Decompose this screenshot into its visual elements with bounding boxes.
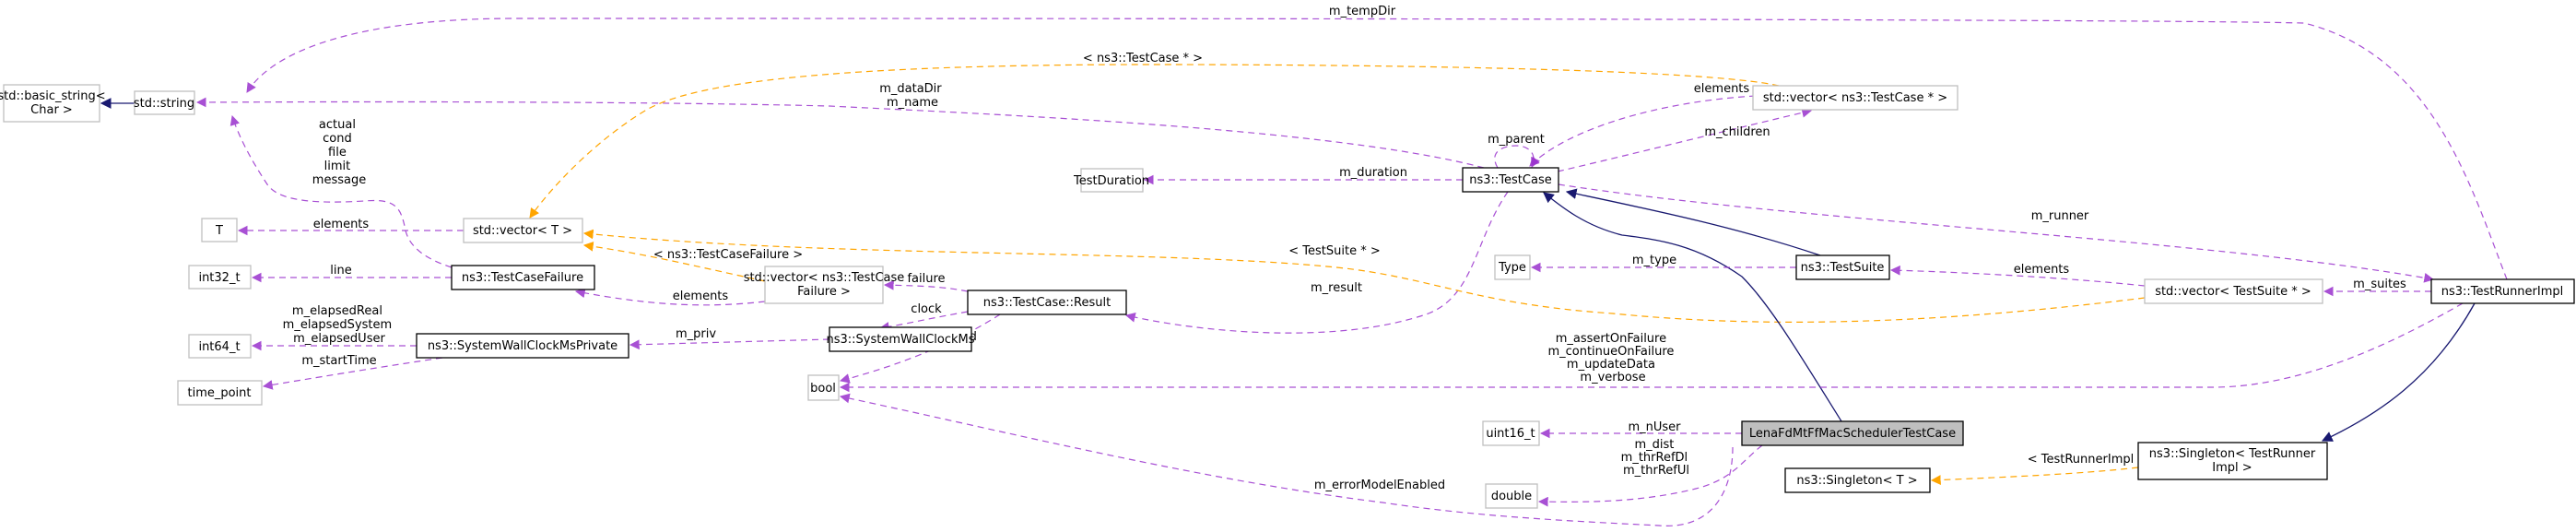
edge-elements-tcf xyxy=(574,288,766,306)
label-m-parent: m_parent xyxy=(1488,133,1545,147)
svg-text:ns3::TestCase: ns3::TestCase xyxy=(1469,173,1551,187)
svg-text:ns3::TestCaseFailure: ns3::TestCaseFailure xyxy=(462,271,583,285)
label-m-suites: m_suites xyxy=(2353,278,2406,291)
edge-labels: m_tempDir < ns3::TestCase * > m_dataDir … xyxy=(283,5,2406,492)
node-vector-T[interactable]: std::vector< T > xyxy=(463,218,583,243)
svg-text:TestDuration: TestDuration xyxy=(1073,174,1149,188)
node-singleton-T[interactable]: ns3::Singleton< T > xyxy=(1784,467,1931,493)
node-testcase[interactable]: ns3::TestCase xyxy=(1462,167,1559,193)
node-std-string[interactable]: std::string xyxy=(134,90,195,115)
label-m-priv: m_priv xyxy=(676,327,716,341)
node-vector-testsuite-ptr[interactable]: std::vector< TestSuite * > xyxy=(2144,278,2323,304)
node-vector-testcasefailure[interactable]: std::vector< ns3::TestCase Failure > xyxy=(744,266,905,304)
svg-text:ns3::TestRunnerImpl: ns3::TestRunnerImpl xyxy=(2441,285,2564,299)
svg-text:Type: Type xyxy=(1498,261,1526,275)
label-template-testsuite-ptr: < TestSuite * > xyxy=(1288,244,1380,258)
label-failure-strings: actual cond file limit message xyxy=(312,118,366,187)
svg-text:std::vector< T >: std::vector< T > xyxy=(473,224,572,238)
node-basic-string[interactable]: std::basic_string< Char > xyxy=(0,84,106,123)
label-m-datadir-name: m_dataDir m_name xyxy=(879,82,946,110)
label-template-testcasefailure: < ns3::TestCaseFailure > xyxy=(653,248,803,262)
edge-m-result xyxy=(1124,191,1509,334)
edge-m-datadir-name xyxy=(195,97,1485,169)
node-systemwallclockms[interactable]: ns3::SystemWallClockMs xyxy=(826,326,975,352)
svg-text:ns3::TestSuite: ns3::TestSuite xyxy=(1801,261,1885,275)
label-m-nuser: m_nUser xyxy=(1628,420,1681,434)
node-testsuite[interactable]: ns3::TestSuite xyxy=(1795,254,1890,280)
node-lenafdmtffmacschedulertestcase[interactable]: LenaFdMtFfMacSchedulerTestCase xyxy=(1741,420,1964,446)
node-type[interactable]: Type xyxy=(1494,254,1531,280)
label-m-runner: m_runner xyxy=(2031,209,2089,223)
svg-text:std::vector< TestSuite * >: std::vector< TestSuite * > xyxy=(2155,285,2311,299)
node-vector-testcase-ptr[interactable]: std::vector< ns3::TestCase * > xyxy=(1752,85,1958,111)
node-int64-t[interactable]: int64_t xyxy=(188,334,252,359)
edge-template-testrunnerimpl xyxy=(1930,467,2139,485)
node-bool[interactable]: bool xyxy=(807,374,840,401)
label-runner-bools: m_assertOnFailure m_continueOnFailure m_… xyxy=(1547,332,1677,384)
svg-text:time_point: time_point xyxy=(187,386,251,400)
label-clock: clock xyxy=(911,302,942,316)
edge-m-parent xyxy=(1494,145,1540,169)
nodes: std::basic_string< Char > std::string T i… xyxy=(0,84,2575,509)
svg-text:double: double xyxy=(1491,490,1532,503)
label-m-result: m_result xyxy=(1311,281,1362,295)
node-testrunnerimpl[interactable]: ns3::TestRunnerImpl xyxy=(2430,278,2575,304)
edge-m-priv xyxy=(629,338,830,350)
label-template-testcase-ptr: < ns3::TestCase * > xyxy=(1083,52,1203,65)
svg-text:ns3::SystemWallClockMsPrivate: ns3::SystemWallClockMsPrivate xyxy=(428,339,618,353)
svg-text:std::string: std::string xyxy=(134,97,194,111)
label-elements-tcf: elements xyxy=(673,290,729,303)
svg-text:T: T xyxy=(215,224,223,238)
node-uint16-t[interactable]: uint16_t xyxy=(1482,420,1540,446)
edge-m-children xyxy=(1557,107,1813,172)
svg-text:ns3::SystemWallClockMs: ns3::SystemWallClockMs xyxy=(826,333,974,347)
label-elapsed: m_elapsedReal m_elapsedSystem m_elapsedU… xyxy=(283,304,396,346)
edge-m-errormodelenabled xyxy=(839,393,1734,526)
edge-failure xyxy=(883,279,969,292)
svg-text:LenaFdMtFfMacSchedulerTestCase: LenaFdMtFfMacSchedulerTestCase xyxy=(1749,427,1956,441)
node-testduration[interactable]: TestDuration xyxy=(1073,168,1149,193)
label-m-starttime: m_startTime xyxy=(301,354,376,368)
svg-text:uint16_t: uint16_t xyxy=(1486,427,1535,441)
label-m-children: m_children xyxy=(1704,125,1770,139)
label-failure: failure xyxy=(907,272,945,286)
edge-runner-inherits-singleton xyxy=(2321,302,2476,442)
node-testcase-result[interactable]: ns3::TestCase::Result xyxy=(967,290,1127,315)
label-elements-testcase: elements xyxy=(1694,82,1750,96)
collaboration-diagram: m_tempDir < ns3::TestCase * > m_dataDir … xyxy=(0,5,2575,526)
edge-m-tempdir xyxy=(246,18,2508,280)
label-doubles: m_dist m_thrRefDl m_thrRefUl xyxy=(1621,438,1692,478)
label-elements-ts: elements xyxy=(2014,263,2070,277)
node-T[interactable]: T xyxy=(201,218,238,242)
svg-text:ns3::Singleton< T >: ns3::Singleton< T > xyxy=(1796,474,1917,488)
node-testcasefailure[interactable]: ns3::TestCaseFailure xyxy=(451,265,595,290)
node-time-point[interactable]: time_point xyxy=(177,380,263,406)
label-elements-T: elements xyxy=(313,218,370,231)
label-template-testrunnerimpl: < TestRunnerImpl > xyxy=(2028,453,2148,467)
svg-text:ns3::TestCase::Result: ns3::TestCase::Result xyxy=(983,296,1111,310)
edge-template-testcase-ptr xyxy=(529,64,1780,219)
svg-text:bool: bool xyxy=(810,382,836,396)
edge-m-runner xyxy=(1558,183,2435,283)
label-m-tempdir: m_tempDir xyxy=(1329,5,1396,18)
label-line: line xyxy=(330,264,351,278)
node-int32-t[interactable]: int32_t xyxy=(188,265,252,290)
label-m-duration: m_duration xyxy=(1339,166,1407,180)
node-singleton-testrunnerimpl[interactable]: ns3::Singleton< TestRunner Impl > xyxy=(2137,442,2328,480)
label-m-type: m_type xyxy=(1632,254,1676,267)
svg-text:std::vector< ns3::TestCase * >: std::vector< ns3::TestCase * > xyxy=(1763,91,1947,105)
label-m-errormodelenabled: m_errorModelEnabled xyxy=(1314,479,1445,492)
svg-text:int64_t: int64_t xyxy=(198,340,240,354)
node-systemwallclockmsprivate[interactable]: ns3::SystemWallClockMsPrivate xyxy=(416,333,629,359)
svg-text:int32_t: int32_t xyxy=(198,271,240,285)
node-double[interactable]: double xyxy=(1485,483,1538,509)
